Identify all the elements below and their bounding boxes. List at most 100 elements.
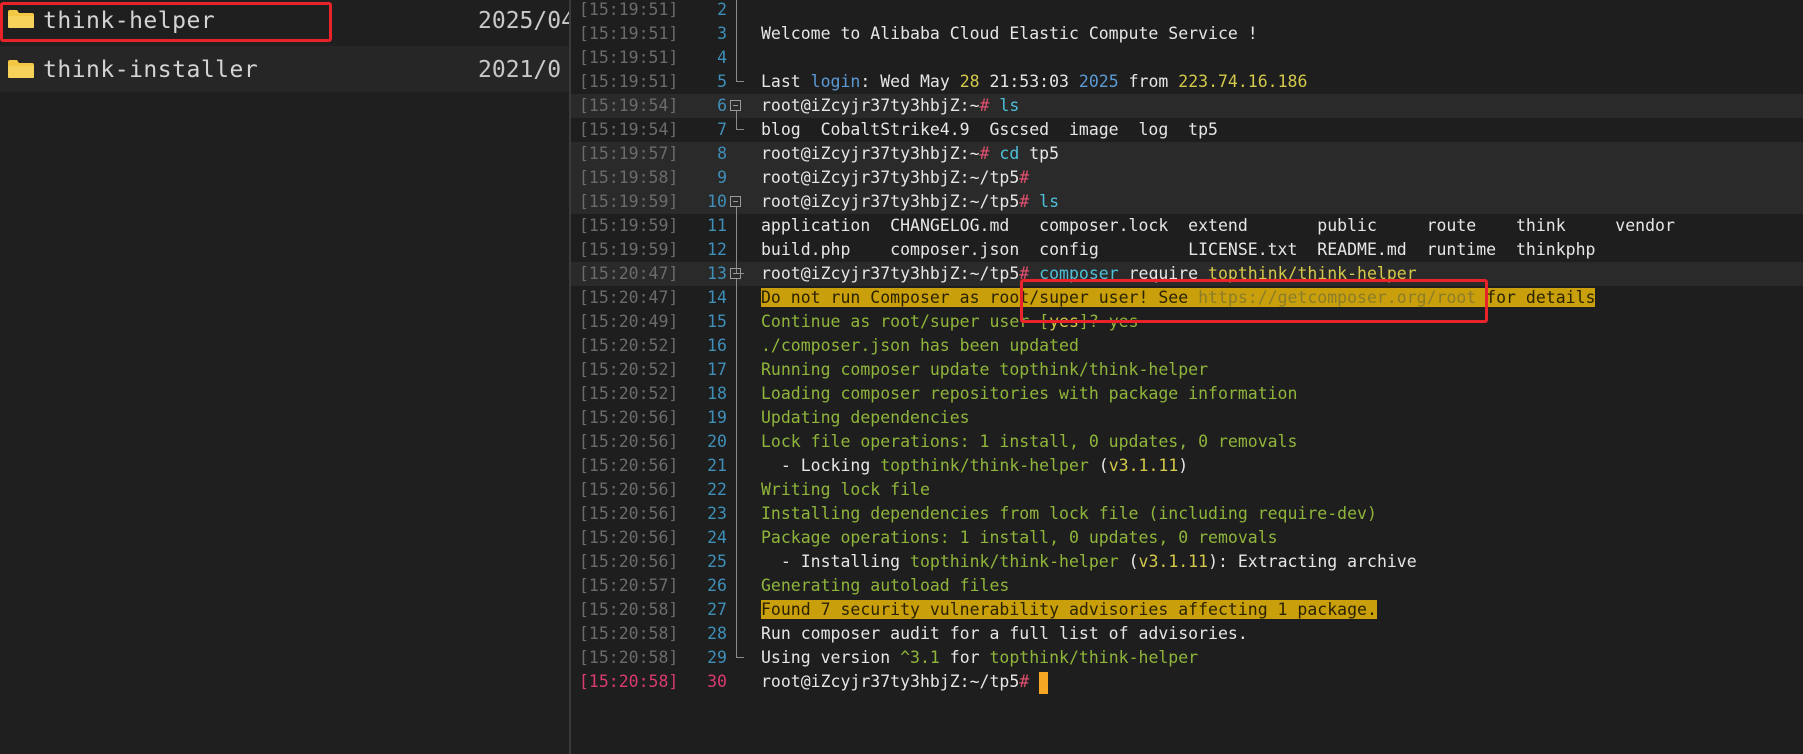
- timestamp: [15:20:57]: [579, 576, 679, 595]
- line-number: 24: [707, 528, 727, 547]
- text-segment: Welcome to Alibaba Cloud Elastic Compute…: [761, 24, 1258, 43]
- timestamp: [15:20:56]: [579, 432, 679, 451]
- terminal-line: [15:19:57] 8 root@iZcyjr37ty3hbjZ:~# cd tp…: [571, 142, 1803, 166]
- terminal-text: blog CobaltStrike4.9 Gscsed image log tp…: [761, 118, 1218, 142]
- terminal-line: [15:19:59] 11 application CHANGELOG.md com…: [571, 214, 1803, 238]
- terminal-line: [15:19:59] 12 build.php composer.json conf…: [571, 238, 1803, 262]
- terminal-line: [15:19:51] 4: [571, 46, 1803, 70]
- text-segment: ls: [999, 96, 1020, 115]
- terminal-text: Installing dependencies from lock file (…: [761, 502, 1377, 526]
- line-number: 8: [717, 144, 727, 163]
- timestamp: [15:20:56]: [579, 456, 679, 475]
- timestamp: [15:20:47]: [579, 288, 679, 307]
- terminal-line: [15:20:56] 25 - Installing topthink/think…: [571, 550, 1803, 574]
- timestamp: [15:19:57]: [579, 144, 679, 163]
- terminal-line: [15:20:52] 18 Loading composer repositorie…: [571, 382, 1803, 406]
- terminal-line: [15:19:54] 7 blog CobaltStrike4.9 Gscsed i…: [571, 118, 1803, 142]
- text-segment: topthink/think-helper: [880, 456, 1089, 475]
- timestamp: [15:20:58]: [579, 648, 679, 667]
- terminal-line: [15:20:56] 21 - Locking topthink/think-he…: [571, 454, 1803, 478]
- text-segment: 21:53:03: [979, 72, 1079, 91]
- text-segment: for details: [1476, 288, 1596, 307]
- text-segment: Updating dependencies: [761, 408, 970, 427]
- terminal-line: [15:20:58] 27 Found 7 security vulnerabili…: [571, 598, 1803, 622]
- text-segment: tp5: [1019, 144, 1060, 163]
- terminal-line: [15:19:58] 9 root@iZcyjr37ty3hbjZ:~/tp5#: [571, 166, 1803, 190]
- timestamp: [15:19:59]: [579, 216, 679, 235]
- timestamp: [15:20:52]: [579, 336, 679, 355]
- terminal-text: Generating autoload files: [761, 574, 1009, 598]
- text-segment: root@iZcyjr37ty3hbjZ:~/tp5: [761, 264, 1020, 283]
- terminal-line: [15:19:51] 3 Welcome to Alibaba Cloud Elas…: [571, 22, 1803, 46]
- line-number: 29: [707, 648, 727, 667]
- terminal-line: [15:20:56] 23 Installing dependencies from…: [571, 502, 1803, 526]
- fold-toggle-icon[interactable]: [730, 100, 741, 111]
- timestamp: [15:20:56]: [579, 480, 679, 499]
- timestamp: [15:20:56]: [579, 408, 679, 427]
- fold-toggle-icon[interactable]: [730, 268, 741, 279]
- terminal-line: [15:20:56] 22 Writing lock file: [571, 478, 1803, 502]
- text-segment: ): [1178, 456, 1189, 475]
- text-segment: build.php composer.json config LICENSE.t…: [761, 240, 1596, 259]
- terminal-text: Loading composer repositories with packa…: [761, 382, 1297, 406]
- text-segment: Lock file operations: 1 install, 0 updat…: [761, 432, 1298, 451]
- timestamp: [15:20:58]: [579, 672, 679, 691]
- terminal-line: [15:20:56] 19 Updating dependencies: [571, 406, 1803, 430]
- terminal-text: ./composer.json has been updated: [761, 334, 1079, 358]
- timestamp: [15:20:56]: [579, 552, 679, 571]
- line-number: 10: [707, 192, 727, 211]
- line-number: 12: [707, 240, 727, 259]
- text-segment: root@iZcyjr37ty3hbjZ:~: [761, 96, 980, 115]
- line-number: 15: [707, 312, 727, 331]
- highlight-box-composer-command: [1020, 279, 1488, 323]
- timestamp: [15:19:59]: [579, 240, 679, 259]
- file-date: 2025/04: [478, 8, 569, 34]
- terminal-text: Found 7 security vulnerability advisorie…: [761, 598, 1377, 622]
- text-segment: root@iZcyjr37ty3hbjZ:~/tp5: [761, 168, 1020, 187]
- terminal-line: [15:20:57] 26 Generating autoload files: [571, 574, 1803, 598]
- timestamp: [15:19:51]: [579, 48, 679, 67]
- text-segment: root@iZcyjr37ty3hbjZ:~/tp5: [761, 672, 1020, 691]
- file-list-pane: think-helper 2025/04 think-installer 202…: [0, 0, 569, 754]
- text-segment: v3.1.11: [1108, 456, 1179, 475]
- terminal-pane[interactable]: [15:19:51] 2 [15:19:51] 3 Welcome to Alibaba…: [571, 0, 1803, 754]
- timestamp: [15:19:54]: [579, 120, 679, 139]
- text-segment: : Wed May: [860, 72, 960, 91]
- line-number: 28: [707, 624, 727, 643]
- terminal-line: [15:20:52] 17 Running composer update topt…: [571, 358, 1803, 382]
- line-number: 7: [717, 120, 727, 139]
- folder-icon: [8, 60, 34, 78]
- terminal-text: Updating dependencies: [761, 406, 970, 430]
- terminal-text: Writing lock file: [761, 478, 930, 502]
- line-number: 17: [707, 360, 727, 379]
- text-segment: 223.74.16.186: [1178, 72, 1308, 91]
- text-segment: Writing lock file: [761, 480, 930, 499]
- terminal-line: [15:20:58] 28 Run composer audit for a ful…: [571, 622, 1803, 646]
- terminal-text: Using version ^3.1 for topthink/think-he…: [761, 646, 1198, 670]
- line-number: 3: [717, 24, 727, 43]
- text-segment: v3.1.11: [1138, 552, 1209, 571]
- text-segment: cd: [999, 144, 1020, 163]
- text-segment: login: [810, 72, 861, 91]
- file-name: think-installer: [43, 57, 259, 83]
- text-segment: topthink/think-helper: [910, 552, 1119, 571]
- timestamp: [15:19:51]: [579, 72, 679, 91]
- terminal-text: root@iZcyjr37ty3hbjZ:~# cd tp5: [761, 142, 1059, 166]
- timestamp: [15:20:47]: [579, 264, 679, 283]
- line-number: 14: [707, 288, 727, 307]
- text-segment: ./composer.json has been updated: [761, 336, 1079, 355]
- line-number: 18: [707, 384, 727, 403]
- line-number: 23: [707, 504, 727, 523]
- fold-toggle-icon[interactable]: [730, 196, 741, 207]
- terminal-line: [15:20:58] 30 root@iZcyjr37ty3hbjZ:~/tp5#: [571, 670, 1803, 694]
- text-segment: topthink/think-helper: [989, 648, 1199, 667]
- line-number: 22: [707, 480, 727, 499]
- text-segment: Run composer audit for a full list of ad…: [761, 624, 1248, 643]
- file-row-think-installer[interactable]: think-installer 2021/0: [0, 46, 569, 92]
- text-segment: #: [979, 96, 1000, 115]
- terminal-line: [15:20:58] 29 Using version ^3.1 for topth…: [571, 646, 1803, 670]
- terminal-text: root@iZcyjr37ty3hbjZ:~# ls: [761, 94, 1019, 118]
- text-segment: Installing dependencies from lock file (…: [761, 504, 1377, 523]
- timestamp: [15:20:49]: [579, 312, 679, 331]
- timestamp: [15:20:56]: [579, 504, 679, 523]
